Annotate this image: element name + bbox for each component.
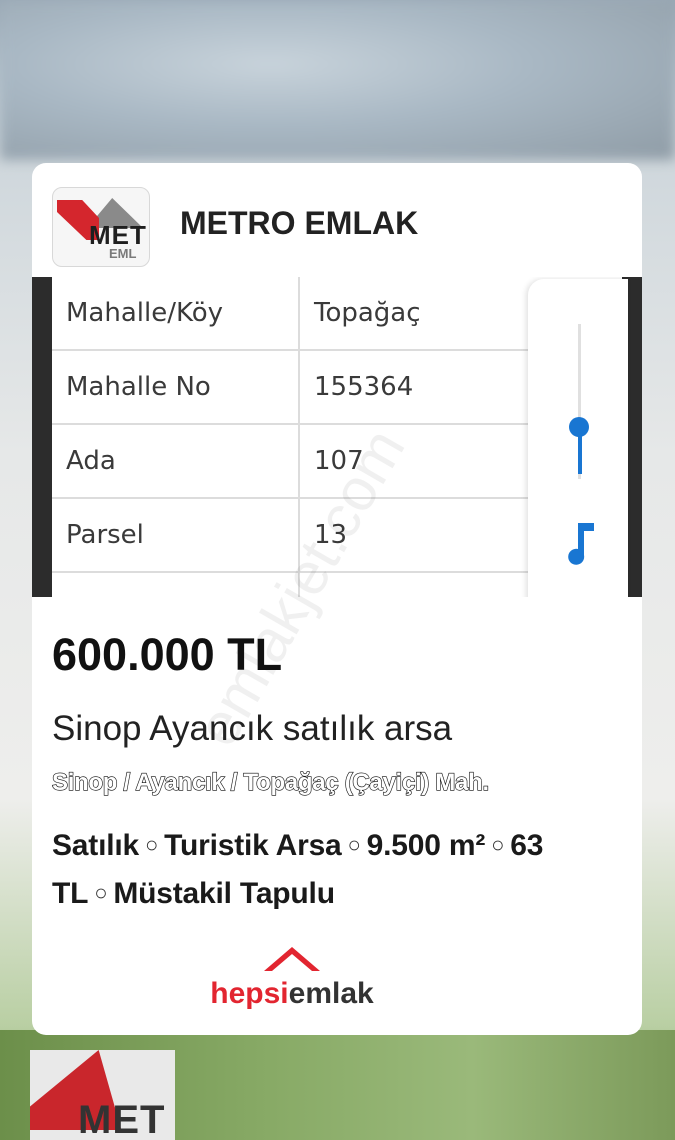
- brand-part-emlak: emlak: [288, 977, 374, 1010]
- feature-item: 9.500 m²: [366, 829, 486, 862]
- listing-card[interactable]: MET EML METRO EMLAK Mahalle/Köy Topağaç …: [32, 163, 642, 1035]
- brand-part-hepsi: hepsi: [210, 977, 289, 1010]
- table-row: Mahalle/Köy Topağaç: [52, 277, 528, 351]
- background-agency-logo: MET: [30, 1050, 175, 1140]
- listing-features: Satılık ○ Turistik Arsa ○ 9.500 m² ○ 63 TL ○ Müs…: [52, 823, 627, 919]
- table-key: Mahalle/Köy: [52, 277, 300, 351]
- listing-location: Sinop / Ayancık / Topağaç (Çayiçi) Mah.: [51, 768, 489, 796]
- brand-name: hepsiemlak: [32, 977, 552, 1011]
- feature-item: Satılık: [52, 829, 139, 862]
- agency-name[interactable]: METRO EMLAK: [180, 205, 418, 242]
- listing-price: 600.000 TL: [52, 629, 283, 680]
- feature-separator: ○: [94, 880, 108, 905]
- table-key: Parsel: [52, 498, 300, 573]
- feature-separator: ○: [144, 832, 159, 857]
- volume-slider-knob[interactable]: [569, 417, 589, 437]
- agency-logo[interactable]: MET EML: [52, 187, 150, 267]
- feature-separator: ○: [491, 832, 505, 857]
- hepsiemlak-brand[interactable]: hepsiemlak: [32, 943, 642, 1013]
- feature-separator: ○: [347, 832, 361, 857]
- table-row: Mahalle No 155364: [52, 350, 528, 425]
- house-roof-icon: [264, 947, 320, 971]
- table-row: Ada 107: [52, 424, 528, 499]
- feature-item: Müstakil Tapulu: [113, 877, 335, 910]
- table-key: Ada: [52, 424, 300, 499]
- volume-panel: [528, 279, 628, 597]
- table-value: 155364: [299, 350, 528, 425]
- logo-subtext: EML: [109, 246, 137, 261]
- background-blur-top: [0, 0, 675, 160]
- music-note-icon[interactable]: [564, 519, 600, 567]
- listing-title[interactable]: Sinop Ayancık satılık arsa: [52, 709, 452, 749]
- feature-item: Turistik Arsa: [164, 829, 342, 862]
- card-header: MET EML METRO EMLAK: [32, 163, 642, 275]
- table-value: Topağaç: [299, 277, 528, 351]
- background-logo-text: MET: [78, 1098, 166, 1140]
- table-key: Mahalle No: [52, 350, 300, 425]
